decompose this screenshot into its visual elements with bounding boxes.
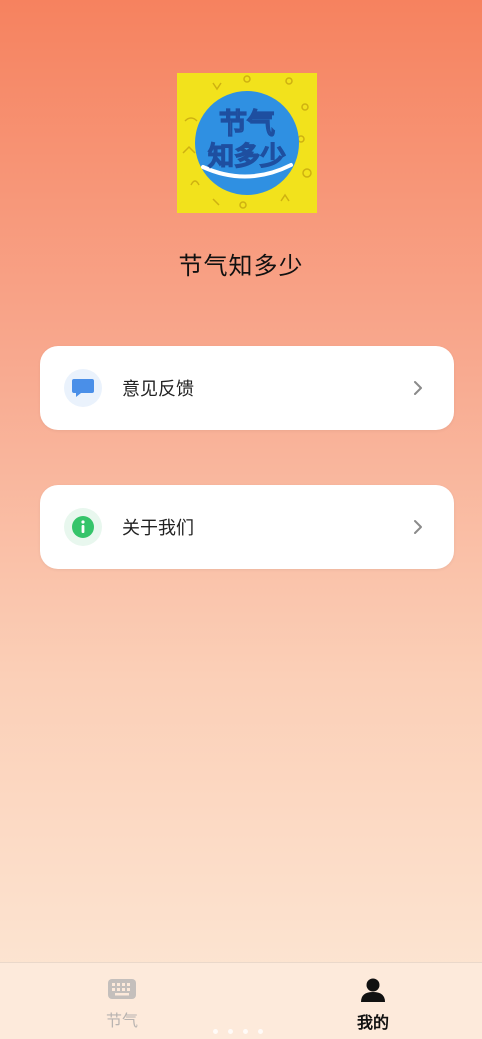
feedback-menu-item[interactable]: 意见反馈 bbox=[40, 346, 454, 430]
logo-graphic: 节气 知多少 bbox=[177, 73, 317, 213]
about-us-label: 关于我们 bbox=[122, 518, 194, 539]
about-us-menu-item[interactable]: 关于我们 bbox=[40, 485, 454, 569]
chevron-right-icon bbox=[414, 381, 422, 395]
chevron-right-icon bbox=[414, 520, 422, 534]
feedback-label: 意见反馈 bbox=[122, 379, 194, 400]
app-logo: 节气 知多少 bbox=[177, 73, 317, 213]
app-name: 节气知多少 bbox=[178, 252, 304, 280]
keyboard-icon bbox=[108, 979, 136, 999]
info-icon bbox=[64, 508, 102, 546]
bottom-tab-bar: 节气 我的 bbox=[0, 962, 482, 1039]
page-indicator bbox=[213, 1029, 263, 1034]
tab-jieqi-label: 节气 bbox=[105, 1011, 138, 1030]
logo-text-line1: 节气 bbox=[219, 107, 275, 140]
tab-jieqi[interactable]: 节气 bbox=[82, 977, 162, 1031]
chat-bubble-icon bbox=[64, 369, 102, 407]
tab-mine[interactable]: 我的 bbox=[333, 977, 413, 1033]
logo-text-line2: 知多少 bbox=[208, 142, 286, 172]
person-icon bbox=[361, 978, 385, 1002]
tab-mine-label: 我的 bbox=[356, 1013, 389, 1032]
